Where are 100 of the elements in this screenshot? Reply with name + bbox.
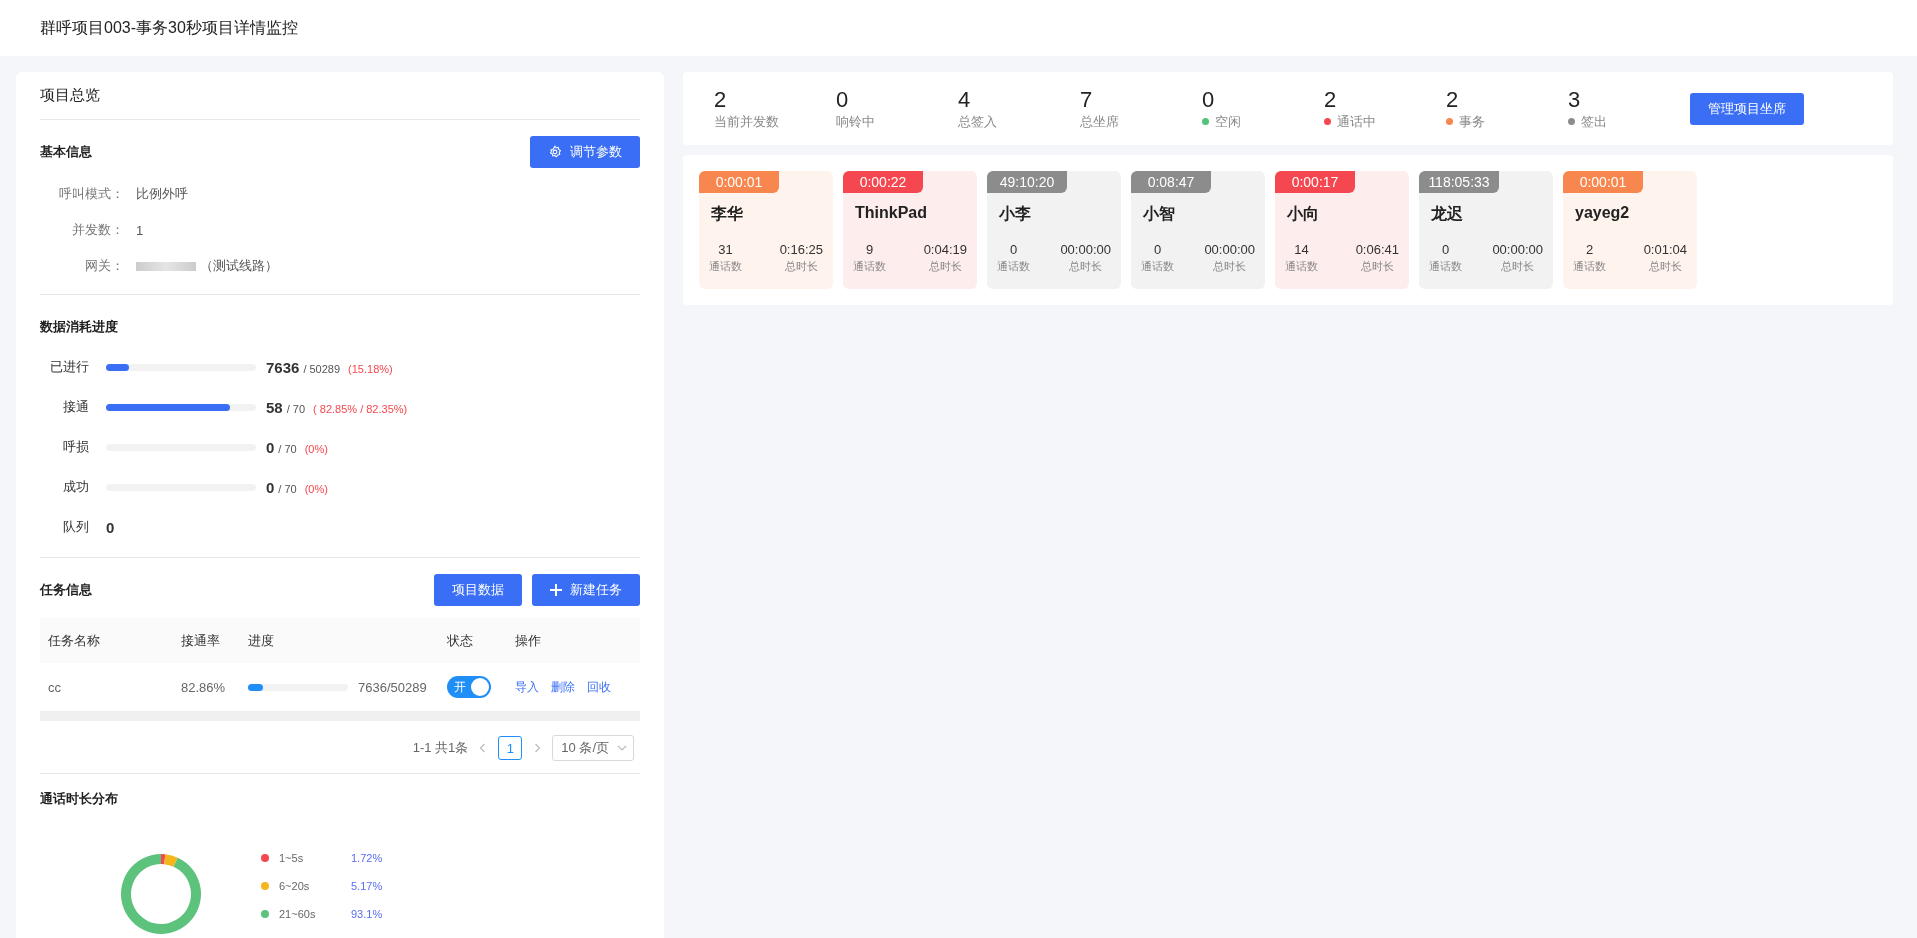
section-title: 通话时长分布 — [40, 791, 118, 806]
total-duration: 0:16:25 — [779, 242, 823, 257]
page-size-select[interactable]: 10 条/页 — [552, 735, 634, 761]
total-duration: 00:00:00 — [1060, 242, 1111, 257]
stat-value: 7 — [1080, 86, 1094, 113]
agent-card[interactable]: 0:00:01 yayeg2 2 通话数 0:01:04 总时长 — [1563, 171, 1697, 289]
page-number[interactable]: 1 — [498, 736, 523, 760]
column-header: 进度 — [248, 632, 274, 648]
adjust-params-button[interactable]: 调节参数 — [530, 136, 640, 168]
progress-total: / 70 — [278, 442, 297, 455]
chevron-right-icon[interactable] — [532, 743, 543, 753]
task-progress-text: 7636/50289 — [358, 679, 427, 695]
total-duration: 00:00:00 — [1204, 242, 1255, 257]
settings-icon — [548, 145, 562, 159]
total-duration-label: 总时长 — [1069, 259, 1103, 274]
action-link[interactable]: 回收 — [587, 678, 611, 696]
column-header: 任务名称 — [48, 632, 100, 648]
call-count: 0 — [1153, 242, 1162, 257]
progress-total: / 50289 — [303, 362, 341, 375]
stat-label: 空闲 — [1215, 112, 1241, 131]
progress-count: 0 — [266, 478, 275, 496]
progress-percent: (0%) — [304, 482, 328, 495]
timer-badge: 0:00:22 — [843, 171, 923, 193]
stat-label: 当前并发数 — [714, 112, 779, 131]
field-label: 呼叫模式： — [58, 185, 124, 203]
column-header: 状态 — [447, 632, 473, 648]
total-duration: 0:01:04 — [1643, 242, 1687, 257]
stat-label: 总签入 — [958, 112, 997, 131]
timer-badge: 118:05:33 — [1419, 171, 1499, 193]
call-count-label: 通话数 — [997, 259, 1030, 274]
section-title: 数据消耗进度 — [40, 318, 118, 336]
field-label: 网关： — [84, 257, 124, 275]
connect-rate: 82.86% — [181, 679, 226, 695]
call-count-label: 通话数 — [1429, 259, 1462, 274]
total-duration-label: 总时长 — [784, 259, 818, 274]
progress-label: 接通 — [62, 398, 89, 416]
stat-value: 2 — [1324, 86, 1338, 113]
call-count-label: 通话数 — [1573, 259, 1606, 274]
legend-value: 1.72% — [351, 852, 383, 864]
stat-value: 0 — [836, 86, 850, 113]
agent-card[interactable]: 0:00:01 李华 31 通话数 0:16:25 总时长 — [699, 171, 833, 289]
timer-badge: 0:08:47 — [1131, 171, 1211, 193]
call-count-label: 通话数 — [1141, 259, 1174, 274]
field-value: 比例外呼 — [136, 185, 188, 203]
call-count: 31 — [718, 242, 733, 257]
progress-count: 58 — [266, 398, 283, 416]
progress-percent: (0%) — [304, 442, 328, 455]
pagination-summary: 1-1 共1条 — [412, 739, 469, 757]
stat-label: 通话中 — [1337, 112, 1376, 131]
call-count: 0 — [1009, 242, 1018, 257]
agent-name: yayeg2 — [1575, 204, 1631, 223]
progress-label: 成功 — [62, 478, 89, 496]
total-duration-label: 总时长 — [1501, 259, 1535, 274]
total-duration-label: 总时长 — [928, 259, 962, 274]
legend-value: 93.1% — [351, 908, 383, 920]
stat-value: 4 — [958, 86, 972, 113]
panel-title: 项目总览 — [40, 86, 100, 105]
timer-badge: 0:00:01 — [699, 171, 779, 193]
legend-label: 1~5s — [279, 852, 305, 864]
legend-label: 6~20s — [279, 880, 311, 892]
agent-name: 小向 — [1287, 204, 1320, 224]
call-count-label: 通话数 — [709, 259, 742, 274]
stat-label: 签出 — [1581, 112, 1607, 131]
action-link[interactable]: 删除 — [551, 678, 575, 696]
agent-name: 龙迟 — [1431, 204, 1464, 224]
agent-card[interactable]: 49:10:20 小李 0 通话数 00:00:00 总时长 — [987, 171, 1121, 289]
timer-badge: 49:10:20 — [987, 171, 1067, 193]
page-title: 群呼项目003-事务30秒项目详情监控 — [40, 17, 298, 38]
legend-value: 5.17% — [351, 880, 383, 892]
timer-badge: 0:00:17 — [1275, 171, 1355, 193]
stat-label: 总坐席 — [1080, 112, 1119, 131]
plus-icon — [550, 584, 562, 596]
action-link[interactable]: 导入 — [515, 678, 539, 696]
stat-value: 2 — [714, 86, 728, 113]
call-count-label: 通话数 — [853, 259, 886, 274]
total-duration-label: 总时长 — [1213, 259, 1247, 274]
call-count: 9 — [865, 242, 874, 257]
stat-label: 事务 — [1459, 112, 1485, 131]
total-duration: 00:00:00 — [1492, 242, 1543, 257]
agent-card[interactable]: 0:08:47 小智 0 通话数 00:00:00 总时长 — [1131, 171, 1265, 289]
total-duration-label: 总时长 — [1360, 259, 1394, 274]
agent-name: 小李 — [999, 204, 1032, 224]
stat-value: 3 — [1568, 86, 1582, 113]
progress-count: 7636 — [266, 358, 300, 376]
queue-label: 队列 — [62, 518, 89, 536]
column-header: 接通率 — [181, 632, 220, 648]
status-switch[interactable]: 开 — [447, 676, 491, 698]
project-data-button[interactable]: 项目数据 — [434, 574, 522, 606]
call-count: 2 — [1585, 242, 1594, 257]
agent-card[interactable]: 0:00:17 小向 14 通话数 0:06:41 总时长 — [1275, 171, 1409, 289]
agent-card[interactable]: 118:05:33 龙迟 0 通话数 00:00:00 总时长 — [1419, 171, 1553, 289]
task-name: cc — [48, 679, 61, 695]
stat-value: 0 — [1202, 86, 1216, 113]
progress-count: 0 — [266, 438, 275, 456]
total-duration: 0:06:41 — [1355, 242, 1399, 257]
progress-total: / 70 — [286, 402, 306, 415]
agent-card[interactable]: 0:00:22 ThinkPad 9 通话数 0:04:19 总时长 — [843, 171, 977, 289]
total-duration-label: 总时长 — [1648, 259, 1682, 274]
manage-seats-button[interactable]: 管理项目坐席 — [1690, 92, 1804, 125]
new-task-button[interactable]: 新建任务 — [532, 574, 640, 606]
